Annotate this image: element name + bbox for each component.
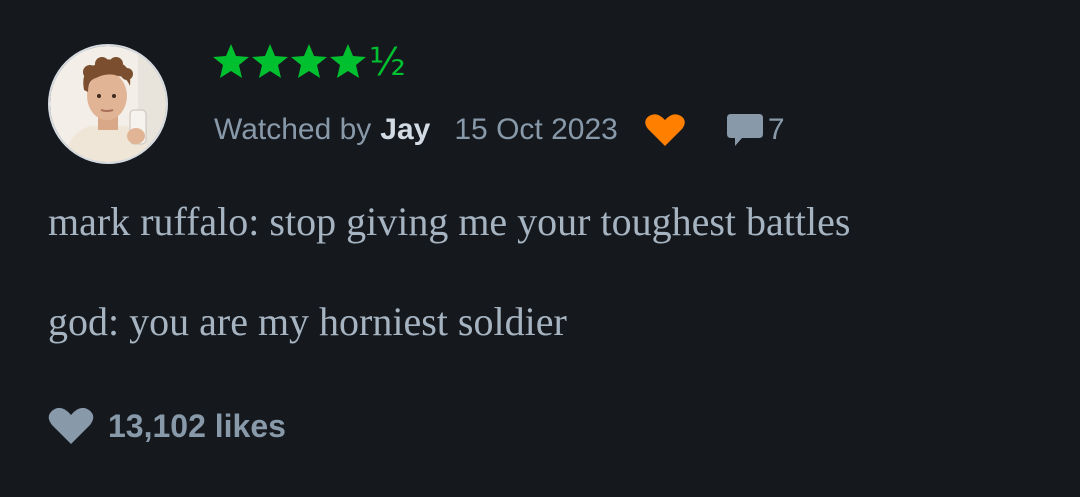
watched-date[interactable]: 15 Oct 2023 — [454, 113, 617, 147]
heart-icon — [644, 112, 686, 148]
star-icon — [252, 44, 288, 78]
star-icon — [291, 44, 327, 78]
half-star-glyph: ½ — [369, 40, 406, 84]
star-icon — [213, 44, 249, 78]
star-icon — [330, 44, 366, 78]
review-card: ½ Watched by Jay 15 Oct 2023 7 mark ruff… — [0, 0, 1080, 497]
comment-count[interactable]: 7 — [768, 113, 785, 147]
avatar[interactable] — [48, 44, 168, 164]
watched-by-label: Watched by — [214, 113, 372, 146]
star-rating: ½ — [212, 40, 406, 84]
username-link[interactable]: Jay — [380, 113, 430, 147]
review-text-line: mark ruffalo: stop giving me your toughe… — [48, 199, 851, 244]
like-review-button[interactable]: 13,102 likes — [48, 402, 286, 450]
likes-count[interactable]: 13,102 likes — [108, 408, 286, 445]
rating-stars — [212, 42, 368, 82]
heart-icon[interactable] — [48, 406, 94, 446]
review-text-line: god: you are my horniest soldier — [48, 299, 567, 344]
review-meta: Watched by Jay 15 Oct 2023 7 — [214, 108, 785, 152]
comment-icon[interactable] — [726, 112, 764, 148]
